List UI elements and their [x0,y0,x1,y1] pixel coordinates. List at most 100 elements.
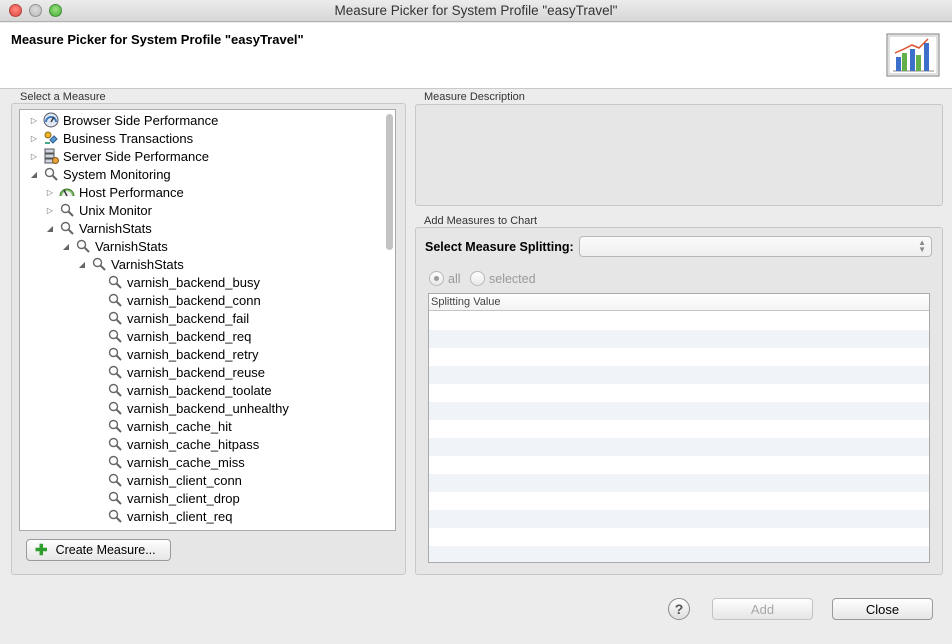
table-row[interactable] [429,420,929,438]
measure-description-box [415,104,943,206]
tree-item[interactable]: varnish_backend_retry [92,345,259,363]
magnifier-icon [107,472,123,488]
tree-item-label: Unix Monitor [79,202,152,218]
tree-item-label: VarnishStats [95,238,168,254]
radio-all-label: all [448,271,461,286]
add-button[interactable]: Add [712,598,813,620]
tree-item-label: VarnishStats [111,256,184,272]
tree-item[interactable]: ▷ Host Performance [44,183,184,201]
window-title: Measure Picker for System Profile "easyT… [334,3,618,18]
expand-arrow-icon[interactable]: ▷ [44,186,56,198]
tree-item[interactable]: varnish_backend_fail [92,309,249,327]
magnifier-icon [107,418,123,434]
select-measure-label: Select a Measure [20,91,106,103]
tree-item-label: varnish_backend_conn [127,292,261,308]
tree-item[interactable]: ◢ VarnishStats [44,219,152,237]
expand-arrow-icon[interactable]: ▷ [28,114,40,126]
dialog-header: Measure Picker for System Profile "easyT… [0,23,952,89]
magnifier-icon [91,256,107,272]
expand-arrow-icon[interactable]: ▷ [44,204,56,216]
tree-item[interactable]: varnish_backend_busy [92,273,260,291]
measure-tree[interactable]: ▷ Browser Side Performance ▷ Business Trans… [19,109,396,531]
radio-all-option[interactable]: all [429,271,461,286]
table-row[interactable] [429,384,929,402]
magnifier-icon [75,238,91,254]
tree-item[interactable]: varnish_client_drop [92,489,240,507]
table-row[interactable] [429,402,929,420]
tree-item[interactable]: ▷ Business Transactions [28,129,193,147]
radio-selected-option[interactable]: selected [470,271,536,286]
plus-icon: ✚ [35,541,48,559]
collapse-arrow-icon[interactable]: ◢ [28,168,40,180]
table-row[interactable] [429,546,929,562]
add-measures-label: Add Measures to Chart [424,215,538,227]
magnifier-icon [59,220,75,236]
magnifier-icon [43,166,59,182]
collapse-arrow-icon[interactable]: ◢ [76,258,88,270]
radio-all-button[interactable] [429,271,444,286]
tree-item[interactable]: varnish_client_conn [92,471,242,489]
table-row[interactable] [429,474,929,492]
table-row[interactable] [429,348,929,366]
tree-item[interactable]: varnish_client_req [92,507,233,525]
splitting-value-header[interactable]: Splitting Value [429,294,929,311]
table-row[interactable] [429,330,929,348]
table-row[interactable] [429,528,929,546]
tree-item[interactable]: ▷ Unix Monitor [44,201,152,219]
table-row[interactable] [429,492,929,510]
expand-arrow-icon[interactable]: ▷ [28,150,40,162]
tree-item[interactable]: varnish_cache_hitpass [92,435,259,453]
table-row[interactable] [429,456,929,474]
table-row[interactable] [429,312,929,330]
table-row[interactable] [429,438,929,456]
tree-scrollbar[interactable] [386,114,393,250]
magnifier-icon [107,346,123,362]
measure-splitting-select[interactable]: ▲ ▼ [579,236,932,257]
create-measure-button[interactable]: ✚ Create Measure... [26,539,171,561]
tree-item[interactable]: ▷ Browser Side Performance [28,111,218,129]
magnifier-icon [107,310,123,326]
close-button[interactable]: Close [832,598,933,620]
collapse-arrow-icon[interactable]: ◢ [44,222,56,234]
tree-item-label: varnish_cache_hitpass [127,436,260,452]
tree-item[interactable]: varnish_backend_conn [92,291,261,309]
magnifier-icon [107,274,123,290]
create-measure-label: Create Measure... [55,543,156,557]
radio-selected-button[interactable] [470,271,485,286]
tree-item[interactable]: varnish_cache_hit [92,417,232,435]
collapse-arrow-icon[interactable]: ◢ [60,240,72,252]
table-row[interactable] [429,510,929,528]
measure-splitting-label: Select Measure Splitting: [425,240,574,254]
expand-arrow-icon[interactable]: ▷ [28,132,40,144]
tree-item[interactable]: ◢ VarnishStats [76,255,184,273]
tree-item[interactable]: varnish_backend_req [92,327,251,345]
table-row[interactable] [429,366,929,384]
tree-item[interactable]: varnish_cache_miss [92,453,245,471]
tree-item-label: varnish_backend_busy [127,274,260,290]
tree-item[interactable]: ◢ VarnishStats [60,237,168,255]
splitting-value-table[interactable]: Splitting Value [428,293,930,563]
tree-item[interactable]: varnish_backend_unhealthy [92,399,289,417]
magnifier-icon [107,382,123,398]
tree-item[interactable]: ◢ System Monitoring [28,165,171,183]
tree-item-label: varnish_backend_unhealthy [127,400,289,416]
gauge-icon [43,112,59,128]
tree-item-label: varnish_client_req [127,508,233,524]
magnifier-icon [107,436,123,452]
tree-item[interactable]: ▷ Server Side Performance [28,147,209,165]
tree-item-label: varnish_backend_reuse [127,364,266,380]
tree-item-label: varnish_cache_hit [127,418,232,434]
help-icon[interactable]: ? [668,598,690,620]
tree-item[interactable]: varnish_backend_reuse [92,363,265,381]
bar-chart-logo-icon [886,33,940,77]
dialog-title: Measure Picker for System Profile "easyT… [11,32,304,47]
tree-item[interactable]: varnish_backend_toolate [92,381,272,399]
